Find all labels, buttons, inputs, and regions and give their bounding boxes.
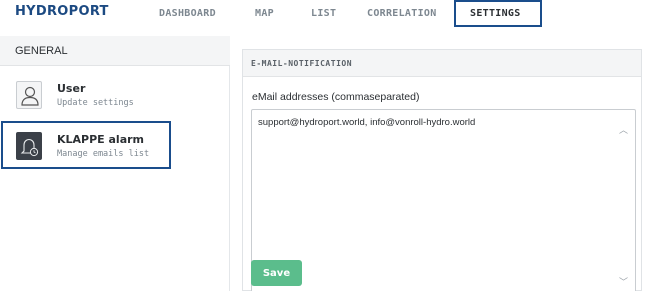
tab-correlation[interactable]: CORRELATION [367, 8, 437, 19]
email-field-label: eMail addresses (commaseparated) [252, 91, 420, 103]
scroll-up-icon[interactable]: ︿ [619, 123, 628, 136]
tab-dashboard[interactable]: DASHBOARD [159, 8, 216, 19]
email-notification-panel: E-MAIL-NOTIFICATION eMail addresses (com… [242, 49, 642, 291]
save-button[interactable]: Save [251, 260, 302, 286]
klappe-alarm-highlight [1, 121, 171, 169]
tab-list[interactable]: LIST [311, 8, 336, 19]
top-navbar: HYDROPORT DASHBOARD MAP LIST CORRELATION… [0, 0, 646, 30]
email-addresses-value: support@hydroport.world, info@vonroll-hy… [258, 117, 476, 128]
settings-tab-highlight [454, 0, 542, 27]
sidebar-item-user[interactable]: User Update settings [0, 73, 230, 119]
user-icon [16, 81, 42, 109]
sidebar-header-label: GENERAL [15, 45, 68, 57]
app-logo[interactable]: HYDROPORT [15, 4, 109, 19]
tab-map[interactable]: MAP [255, 8, 274, 19]
sidebar-item-user-subtitle: Update settings [57, 98, 134, 108]
sidebar-item-user-title: User [57, 82, 86, 95]
sidebar-header: GENERAL [0, 36, 230, 66]
scroll-down-icon[interactable]: ﹀ [619, 275, 628, 288]
email-addresses-textarea[interactable]: support@hydroport.world, info@vonroll-hy… [251, 109, 636, 291]
panel-header: E-MAIL-NOTIFICATION [243, 50, 641, 77]
panel-title: E-MAIL-NOTIFICATION [251, 59, 353, 68]
